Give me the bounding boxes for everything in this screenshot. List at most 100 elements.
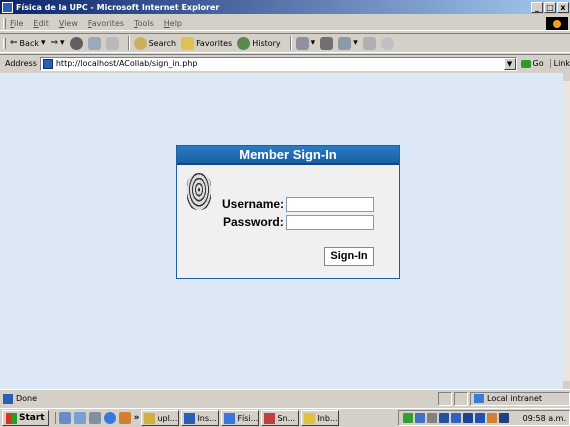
history-icon: [237, 36, 251, 50]
address-label: Address: [5, 59, 37, 68]
tray-icon[interactable]: [415, 413, 425, 423]
refresh-button[interactable]: [87, 36, 101, 50]
menu-file[interactable]: File: [10, 19, 23, 28]
menu-edit[interactable]: Edit: [33, 19, 49, 28]
system-tray: 09:58 a.m.: [398, 410, 570, 426]
taskbar-button[interactable]: Sn...: [261, 410, 300, 426]
discuss-button[interactable]: [362, 36, 376, 50]
back-arrow-icon: ⇐: [10, 38, 18, 48]
task-label: Sn...: [277, 413, 296, 423]
menu-grip[interactable]: [3, 17, 6, 29]
close-button[interactable]: x: [557, 1, 569, 13]
favorites-button[interactable]: Favorites: [181, 36, 233, 50]
page-icon: [42, 58, 53, 69]
history-button[interactable]: History: [237, 36, 281, 50]
history-label: History: [252, 38, 281, 48]
fingerprint-icon: [187, 173, 211, 210]
messenger-button[interactable]: [380, 36, 394, 50]
taskbar-button[interactable]: upl...: [141, 410, 180, 426]
address-input[interactable]: http://localhost/ACollab/sign_in.php ▼: [39, 56, 517, 71]
task-label: Inb...: [317, 413, 338, 423]
scroll-down-arrow-icon[interactable]: [563, 381, 570, 389]
menu-favorites[interactable]: Favorites: [88, 19, 124, 28]
go-label: Go: [532, 59, 544, 68]
quick-launch: »: [54, 412, 140, 424]
menu-tools[interactable]: Tools: [134, 19, 154, 28]
edit-button[interactable]: ▾: [338, 36, 358, 50]
password-label: Password:: [223, 215, 284, 229]
menu-bar: File Edit View Favorites Tools Help: [0, 16, 570, 31]
taskbar-button[interactable]: Físi...: [221, 410, 260, 426]
links-button[interactable]: Link: [549, 59, 570, 68]
dropdown-arrow-icon: ▾: [40, 38, 46, 48]
forward-button[interactable]: ⇒ ▾: [51, 38, 65, 48]
security-zone: Local intranet: [470, 391, 570, 406]
folder-icon: [144, 412, 156, 424]
status-text: Done: [16, 394, 38, 403]
tray-icon[interactable]: [451, 413, 461, 423]
address-dropdown-button[interactable]: ▼: [503, 57, 516, 70]
page-viewport: Member Sign-In Username: Password: Sign-…: [0, 73, 563, 389]
mail-button[interactable]: ▾: [295, 36, 316, 50]
menu-help[interactable]: Help: [164, 19, 182, 28]
go-button[interactable]: Go: [520, 59, 544, 68]
address-bar: Address http://localhost/ACollab/sign_in…: [0, 54, 570, 72]
desktop-icon[interactable]: [73, 412, 86, 424]
vertical-scrollbar[interactable]: [563, 73, 570, 389]
toolbar-separator: [289, 36, 292, 50]
back-button[interactable]: ⇐ Back ▾: [10, 38, 46, 48]
forward-arrow-icon: ⇒: [50, 38, 59, 48]
menu-view[interactable]: View: [59, 19, 78, 28]
sign-in-title: Member Sign-In: [177, 146, 399, 165]
quick-launch-more[interactable]: »: [134, 413, 140, 423]
tray-icon[interactable]: [487, 413, 497, 423]
media-icon[interactable]: [118, 412, 131, 424]
outlook-icon[interactable]: [58, 412, 71, 424]
tray-icon[interactable]: [439, 413, 449, 423]
home-button[interactable]: [105, 36, 119, 50]
program-icon[interactable]: [88, 412, 101, 424]
snagit-icon: [264, 412, 276, 424]
dropdown-arrow-icon: ▾: [310, 38, 316, 48]
task-label: Físi...: [237, 413, 259, 423]
favorites-label: Favorites: [196, 38, 233, 48]
start-label: Start: [19, 413, 45, 423]
minimize-button[interactable]: _: [531, 1, 543, 13]
username-input[interactable]: [286, 197, 374, 212]
status-bar: Done Local intranet: [0, 389, 570, 407]
shield-icon[interactable]: [475, 413, 485, 423]
password-input[interactable]: [286, 215, 374, 230]
sign-in-button[interactable]: Sign-In: [324, 247, 374, 266]
zone-label: Local intranet: [487, 394, 543, 403]
mail-icon: [295, 36, 309, 50]
windows-flag-icon: [6, 412, 17, 424]
stop-button[interactable]: [69, 36, 83, 50]
address-url: http://localhost/ACollab/sign_in.php: [55, 59, 198, 68]
standard-toolbar: ⇐ Back ▾ ⇒ ▾ Search Favorites History ▾ …: [0, 33, 570, 53]
search-button[interactable]: Search: [133, 36, 176, 50]
ie-icon[interactable]: [103, 412, 116, 424]
clock: 09:58 a.m.: [522, 413, 566, 423]
taskbar-button[interactable]: Inb...: [301, 410, 340, 426]
start-button[interactable]: Start: [2, 410, 49, 426]
print-button[interactable]: [320, 36, 334, 50]
tray-icon[interactable]: [499, 413, 509, 423]
toolbar-separator: [127, 36, 130, 50]
windows-logo-icon: [546, 17, 568, 30]
ie-page-icon: [2, 1, 13, 13]
tray-icon[interactable]: [403, 413, 413, 423]
intranet-icon: [474, 394, 484, 403]
sign-in-panel: Member Sign-In Username: Password: Sign-…: [176, 145, 400, 279]
task-label: Ins...: [197, 413, 217, 423]
volume-icon[interactable]: [427, 413, 437, 423]
scroll-up-arrow-icon[interactable]: [563, 73, 570, 81]
home-icon: [105, 36, 119, 50]
maximize-button[interactable]: □: [544, 1, 556, 13]
search-icon: [133, 36, 147, 50]
shield-icon[interactable]: [463, 413, 473, 423]
username-label: Username:: [222, 197, 285, 211]
ie-icon: [224, 412, 236, 424]
taskbar-button[interactable]: Ins...: [181, 410, 220, 426]
toolbar-grip[interactable]: [3, 37, 6, 49]
taskbar: Start » upl... Ins... Físi... Sn... Inb.…: [0, 408, 570, 427]
